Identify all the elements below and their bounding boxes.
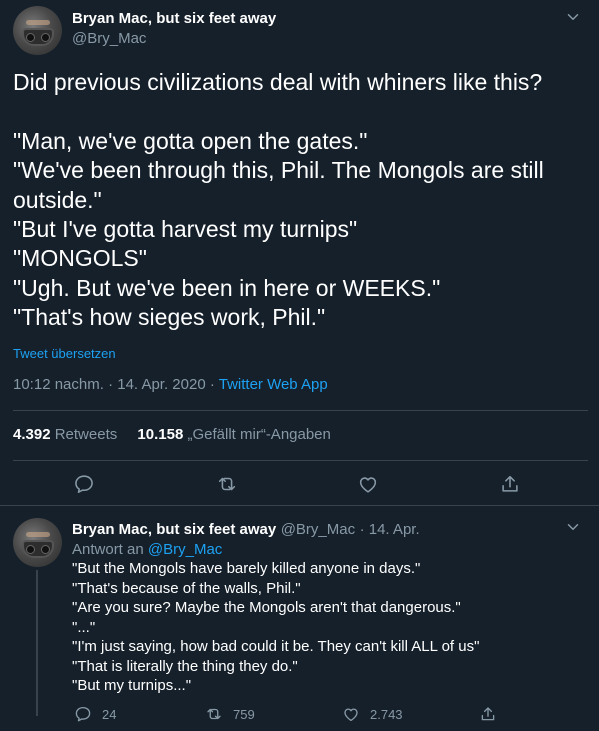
like-count: 2.743 bbox=[370, 706, 403, 722]
share-icon bbox=[481, 707, 495, 721]
thread-line bbox=[36, 570, 38, 716]
share-icon bbox=[502, 475, 518, 492]
reply-count: 24 bbox=[102, 706, 117, 722]
likes-count: 10.158 bbox=[137, 426, 184, 443]
tweet-stats: 4.392 Retweets 10.158 „Gefällt mir“-Anga… bbox=[13, 426, 331, 443]
author-name[interactable]: Bryan Mac, but six feet away bbox=[72, 10, 276, 27]
like-button[interactable] bbox=[357, 473, 379, 495]
retweet-count: 759 bbox=[233, 706, 255, 722]
tweet-date[interactable]: · 14. Apr. bbox=[360, 521, 420, 538]
like-button[interactable]: 2.743 bbox=[342, 705, 403, 723]
author-handle[interactable]: @Bry_Mac bbox=[281, 521, 355, 538]
reply-tweet[interactable]: Bryan Mac, but six feet away @Bry_Mac · … bbox=[0, 506, 599, 731]
reply-icon bbox=[75, 475, 93, 494]
tweet-text: Did previous civilizations deal with whi… bbox=[13, 69, 544, 331]
share-button[interactable] bbox=[499, 473, 521, 495]
retweets-label: Retweets bbox=[54, 426, 118, 443]
avatar[interactable] bbox=[13, 518, 62, 567]
divider bbox=[13, 460, 588, 461]
tweet-time[interactable]: 10:12 nachm. bbox=[13, 376, 104, 393]
tweet-source[interactable]: Twitter Web App bbox=[219, 376, 328, 393]
divider bbox=[13, 410, 588, 411]
chevron-down-icon[interactable] bbox=[564, 8, 582, 26]
likes-stat[interactable]: 10.158 „Gefällt mir“-Angaben bbox=[137, 426, 330, 443]
retweet-icon bbox=[218, 477, 236, 491]
reply-header: Bryan Mac, but six feet away @Bry_Mac · … bbox=[72, 521, 420, 539]
reply-to-handle[interactable]: @Bry_Mac bbox=[148, 541, 222, 558]
like-icon bbox=[359, 477, 377, 493]
meta-separator: · bbox=[103, 376, 118, 393]
reply-to-label: Antwort an bbox=[72, 541, 144, 558]
reply-to: Antwort an @Bry_Mac bbox=[72, 541, 222, 558]
tweet-date[interactable]: 14. Apr. 2020 bbox=[117, 376, 205, 393]
retweet-button[interactable]: 759 bbox=[205, 705, 255, 723]
like-icon bbox=[344, 708, 358, 722]
share-button[interactable] bbox=[479, 705, 507, 723]
reply-icon bbox=[75, 706, 91, 722]
tweet-meta: 10:12 nachm. · 14. Apr. 2020 · Twitter W… bbox=[13, 376, 328, 393]
author-name[interactable]: Bryan Mac, but six feet away bbox=[72, 521, 276, 538]
retweets-stat[interactable]: 4.392 Retweets bbox=[13, 426, 117, 443]
reply-button[interactable] bbox=[73, 473, 95, 495]
author-handle[interactable]: @Bry_Mac bbox=[72, 30, 146, 47]
translate-link[interactable]: Tweet übersetzen bbox=[13, 346, 116, 361]
likes-label: „Gefällt mir“-Angaben bbox=[187, 426, 331, 443]
chevron-down-icon[interactable] bbox=[564, 518, 582, 536]
meta-separator: · bbox=[205, 376, 219, 393]
retweet-icon bbox=[207, 708, 221, 720]
reply-button[interactable]: 24 bbox=[74, 705, 116, 723]
retweet-button[interactable] bbox=[216, 473, 238, 495]
retweets-count: 4.392 bbox=[13, 426, 51, 443]
reply-text: "But the Mongols have barely killed anyo… bbox=[72, 560, 480, 694]
avatar[interactable] bbox=[13, 6, 62, 55]
